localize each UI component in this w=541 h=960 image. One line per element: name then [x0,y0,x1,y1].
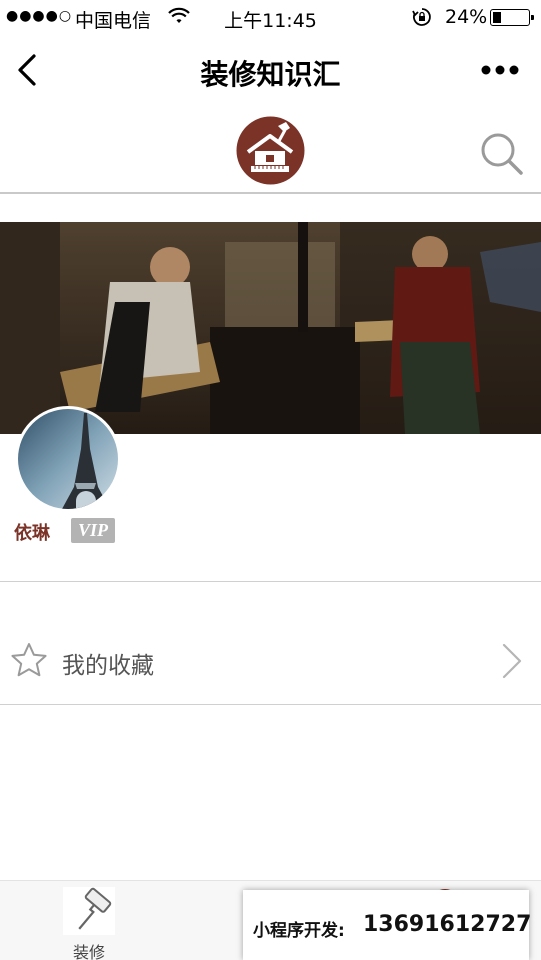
status-bar: ●●●●○ 中国电信 上午11:45 24% [0,0,541,36]
promo-label: 小程序开发: [253,921,345,941]
nav-bar: 装修知识汇 [0,36,541,106]
chevron-right-icon [502,643,522,679]
favorites-menu-item[interactable]: 我的收藏 [0,618,541,704]
search-icon[interactable] [478,130,526,178]
username: 依琳 [14,523,50,544]
vip-badge: VIP [71,518,115,543]
battery-level [493,12,501,23]
promo-phone: 13691612727 [363,912,532,937]
header-bar [0,106,541,194]
promo-overlay: 小程序开发: 13691612727 [243,890,532,960]
rotation-lock-icon [412,8,431,26]
divider [0,581,541,582]
favorites-label: 我的收藏 [62,653,154,679]
battery-percent: 24% [445,6,488,28]
workshop-banner-image [0,222,541,434]
avatar[interactable] [15,406,121,512]
star-icon [11,643,47,677]
more-icon[interactable] [475,52,525,88]
divider [0,704,541,705]
page-title: 装修知识汇 [200,58,341,91]
tab-renovation-label: 装修 [72,943,105,960]
paint-roller-icon [63,887,115,935]
battery-icon [490,9,534,26]
house-logo-icon [236,116,305,185]
